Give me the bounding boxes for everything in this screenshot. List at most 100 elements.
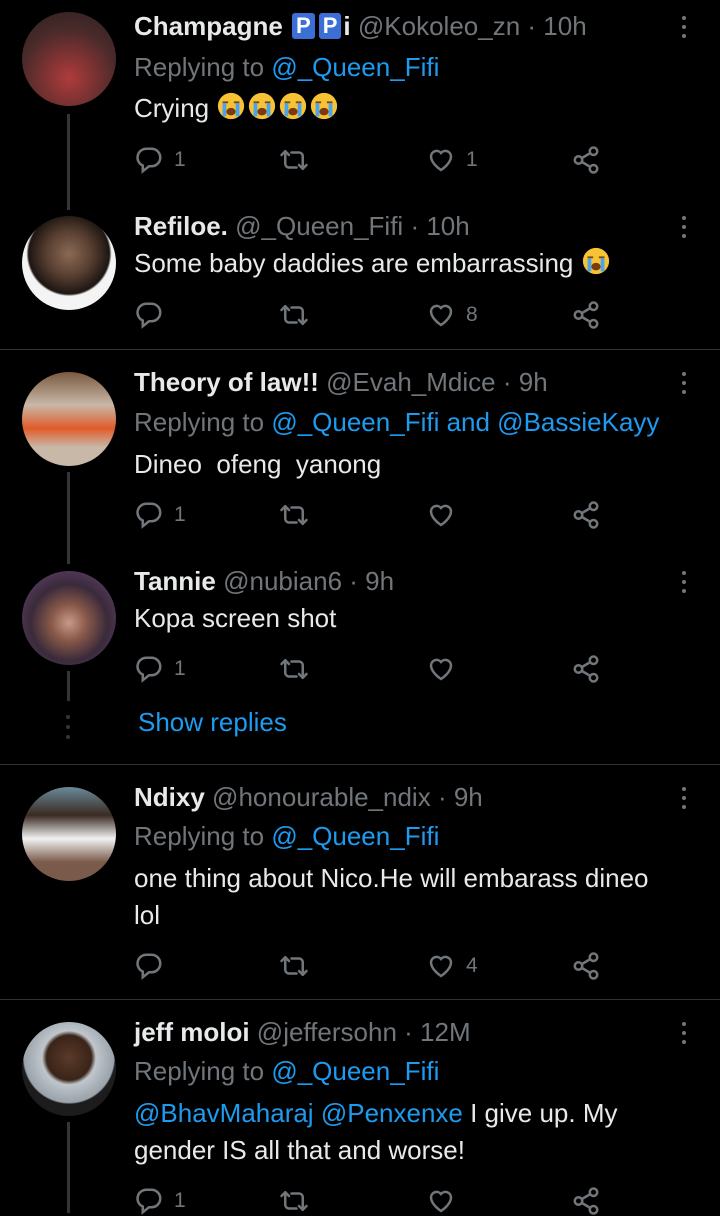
handle[interactable]: @Kokoleo_zn	[358, 11, 520, 41]
reply-icon	[134, 300, 164, 330]
like-button[interactable]	[426, 654, 456, 684]
like-button[interactable]: 8	[426, 300, 478, 330]
tweet-header: Refiloe. @_Queen_Fifi · 10h	[134, 210, 470, 242]
retweet-icon	[279, 300, 309, 330]
like-button[interactable]	[426, 1186, 456, 1216]
retweet-button[interactable]	[279, 300, 309, 330]
tweet-actions: 1	[134, 1186, 614, 1216]
handle[interactable]: @_Queen_Fifi	[235, 211, 403, 241]
display-name[interactable]: Tannie	[134, 566, 216, 596]
timestamp[interactable]: · 9h	[438, 782, 483, 812]
handle[interactable]: @Evah_Mdice	[326, 367, 495, 397]
timestamp[interactable]: · 10h	[410, 211, 469, 241]
avatar[interactable]	[22, 787, 116, 881]
display-name[interactable]: Refiloe.	[134, 211, 228, 241]
tweet-actions: 8	[134, 300, 614, 330]
more-icon[interactable]	[682, 571, 688, 597]
more-icon[interactable]	[682, 216, 688, 242]
avatar[interactable]	[22, 12, 116, 106]
tweet-text-line: I give up. My	[462, 1098, 618, 1128]
more-icon[interactable]	[682, 1022, 688, 1048]
avatar[interactable]	[22, 571, 116, 665]
display-name[interactable]: Theory of law!!	[134, 367, 319, 397]
share-icon	[571, 145, 601, 175]
divider	[0, 349, 720, 350]
timestamp[interactable]: · 9h	[349, 566, 394, 596]
share-button[interactable]	[571, 1186, 601, 1216]
replying-to: Replying to @_Queen_Fifi	[134, 51, 439, 83]
display-name[interactable]: Champagne	[134, 11, 283, 41]
handle[interactable]: @nubian6	[223, 566, 342, 596]
show-replies-link[interactable]: Show replies	[138, 707, 287, 738]
reply-button[interactable]: 1	[134, 654, 186, 684]
tweet-text: one thing about Nico.He will embarass di…	[134, 860, 704, 934]
crying-emoji-icon	[581, 246, 611, 276]
reply-button[interactable]: 1	[134, 500, 186, 530]
share-button[interactable]	[571, 500, 601, 530]
share-icon	[571, 951, 601, 981]
share-button[interactable]	[571, 951, 601, 981]
share-icon	[571, 1186, 601, 1216]
retweet-button[interactable]	[279, 1186, 309, 1216]
like-button[interactable]: 4	[426, 951, 478, 981]
mention-link[interactable]: @BhavMaharaj	[134, 1098, 314, 1128]
avatar[interactable]	[22, 216, 116, 310]
share-button[interactable]	[571, 300, 601, 330]
reply-button[interactable]: 1	[134, 145, 186, 175]
retweet-button[interactable]	[279, 500, 309, 530]
tweet-text-line: lol	[134, 900, 161, 930]
tweet-actions: 1	[134, 500, 614, 530]
replying-to: Replying to @_Queen_Fifi	[134, 820, 439, 852]
like-button[interactable]	[426, 500, 456, 530]
avatar[interactable]	[22, 372, 116, 466]
mention-link[interactable]: @_Queen_Fifi	[271, 52, 439, 82]
share-button[interactable]	[571, 145, 601, 175]
reply-button[interactable]	[134, 300, 164, 330]
share-icon	[571, 500, 601, 530]
reply-count: 1	[174, 657, 186, 680]
reply-icon	[134, 500, 164, 530]
crying-emoji-icon	[247, 91, 277, 121]
retweet-button[interactable]	[279, 145, 309, 175]
retweet-button[interactable]	[279, 654, 309, 684]
reply-button[interactable]	[134, 951, 164, 981]
replying-prefix: Replying to	[134, 821, 265, 851]
avatar[interactable]	[22, 1022, 116, 1116]
like-icon	[426, 1186, 456, 1216]
more-icon[interactable]	[682, 16, 688, 42]
retweet-icon	[279, 145, 309, 175]
mention-link[interactable]: @Penxenxe	[321, 1098, 463, 1128]
handle[interactable]: @honourable_ndix	[212, 782, 431, 812]
timestamp[interactable]: · 9h	[503, 367, 548, 397]
divider	[0, 764, 720, 765]
retweet-button[interactable]	[279, 951, 309, 981]
reply-count: 1	[174, 148, 186, 171]
more-icon[interactable]	[682, 787, 688, 813]
mention-link[interactable]: @_Queen_Fifi	[271, 821, 439, 851]
reply-count: 1	[174, 503, 186, 526]
tweet-header: jeff moloi @jeffersohn · 12M	[134, 1016, 471, 1048]
replying-prefix: Replying to	[134, 1056, 265, 1086]
tweet-text-body: Some baby daddies are embarrassing	[134, 248, 574, 278]
timestamp[interactable]: · 12M	[404, 1017, 470, 1047]
timestamp[interactable]: · 10h	[527, 11, 586, 41]
share-button[interactable]	[571, 654, 601, 684]
retweet-icon	[279, 500, 309, 530]
tweet-actions: 1	[134, 654, 614, 684]
like-button[interactable]: 1	[426, 145, 478, 175]
reply-icon	[134, 145, 164, 175]
share-icon	[571, 300, 601, 330]
mention-link[interactable]: @_Queen_Fifi and @BassieKayy	[271, 407, 659, 437]
mention-link[interactable]: @_Queen_Fifi	[271, 1056, 439, 1086]
tweet-header: Theory of law!! @Evah_Mdice · 9h	[134, 366, 548, 398]
reply-button[interactable]: 1	[134, 1186, 186, 1216]
display-name[interactable]: jeff moloi	[134, 1017, 250, 1047]
handle[interactable]: @jeffersohn	[257, 1017, 397, 1047]
like-count: 4	[466, 954, 478, 977]
tweet-header: Tannie @nubian6 · 9h	[134, 565, 394, 597]
like-icon	[426, 951, 456, 981]
like-icon	[426, 145, 456, 175]
more-icon[interactable]	[682, 372, 688, 398]
tweet-actions: 4	[134, 951, 614, 981]
display-name[interactable]: Ndixy	[134, 782, 205, 812]
